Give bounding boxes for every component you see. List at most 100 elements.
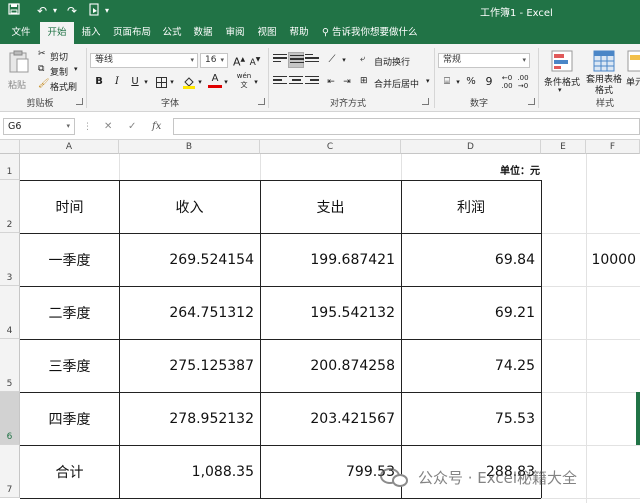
column-header-f[interactable]: F [586,140,640,154]
profit-cell[interactable]: 69.84 [401,233,541,286]
row-header-1[interactable]: 1 [0,154,20,180]
bold-button[interactable]: B [92,74,106,90]
conditional-formatting-button[interactable]: 条件格式 ▾ [542,48,582,94]
income-cell[interactable]: 269.524154 [119,233,260,286]
row-header-7[interactable]: 7 [0,445,20,498]
tab-insert[interactable]: 插入 [76,22,106,44]
align-left-icon[interactable] [272,74,288,90]
grow-font-button[interactable]: A▲ [233,52,245,69]
copy-button[interactable]: ⧉ 复制 ▾ [38,64,82,78]
row-header-4[interactable]: 4 [0,286,20,339]
profit-cell[interactable]: 69.21 [401,286,541,339]
tab-home[interactable]: 开始 [40,22,74,44]
row-header-2[interactable]: 2 [0,180,20,233]
column-header-e[interactable]: E [541,140,586,154]
format-as-table-button[interactable]: 套用表格格式 [584,48,624,96]
quarter-cell[interactable]: 四季度 [20,392,119,445]
fill-color-icon[interactable] [182,74,196,90]
font-size-select[interactable]: 16 ▾ [200,53,228,68]
chevron-down-icon[interactable]: ▾ [142,74,150,90]
column-header-b[interactable]: B [119,140,260,154]
tab-help[interactable]: 帮助 [284,22,314,44]
chevron-down-icon[interactable]: ▾ [168,74,176,90]
underline-button[interactable]: U [128,74,142,90]
enter-icon[interactable]: ✓ [128,118,136,135]
income-cell[interactable]: 275.125387 [119,339,260,392]
alignment-launcher-icon[interactable] [422,98,429,105]
chevron-down-icon[interactable]: ▾ [340,52,348,68]
formula-input[interactable] [173,118,640,135]
chevron-down-icon[interactable]: ▾ [252,74,260,90]
tab-review[interactable]: 审阅 [220,22,250,44]
format-painter-button[interactable]: 🖌 格式刷 [38,79,80,93]
income-cell[interactable]: 264.751312 [119,286,260,339]
profit-cell[interactable]: 75.53 [401,392,541,445]
shrink-font-button[interactable]: A▼ [249,52,261,68]
redo-icon[interactable]: ↷ [64,3,80,19]
cancel-icon[interactable]: ✕ [104,118,112,135]
customize-toolbar-icon[interactable]: ▾ [102,3,112,19]
tab-view[interactable]: 视图 [252,22,282,44]
chevron-down-icon[interactable]: ▾ [454,74,462,90]
chevron-down-icon[interactable]: ▾ [222,74,230,90]
paste-button[interactable]: 粘贴 [6,48,32,92]
total-label-cell[interactable]: 合计 [20,445,119,498]
increase-indent-icon[interactable]: ⇥ [340,74,354,90]
tab-data[interactable]: 数据 [188,22,218,44]
font-name-select[interactable]: 等线 ▾ [90,53,198,68]
wrap-text-button[interactable]: ⤶ 自动换行 [360,52,430,68]
expense-cell[interactable]: 200.874258 [260,339,401,392]
insert-function-icon[interactable]: fx [152,118,161,135]
font-launcher-icon[interactable] [258,98,265,105]
income-cell[interactable]: 278.952132 [119,392,260,445]
number-format-select[interactable]: 常规 ▾ [438,53,530,68]
name-box[interactable]: G6 ▾ [3,118,75,135]
undo-dropdown-icon[interactable]: ▾ [50,3,60,19]
tab-page-layout[interactable]: 页面布局 [108,22,156,44]
phonetic-icon[interactable]: wén 文 [236,72,252,89]
align-bottom-icon[interactable] [304,52,320,68]
percent-button[interactable]: % [464,74,478,90]
merge-center-button[interactable]: ⊞ 合并后居中 ▾ [360,74,436,90]
header-cell-time[interactable]: 时间 [20,180,119,233]
decrease-decimal-icon[interactable]: .00 →0 [516,74,530,90]
expense-cell[interactable]: 203.421567 [260,392,401,445]
quarter-cell[interactable]: 一季度 [20,233,119,286]
tell-me-search[interactable]: ⚲ 告诉我你想要做什么 [322,22,418,44]
align-top-icon[interactable] [272,52,288,68]
profit-cell[interactable]: 74.25 [401,339,541,392]
clipboard-launcher-icon[interactable] [76,98,83,105]
align-right-icon[interactable] [304,74,320,90]
quarter-cell[interactable]: 三季度 [20,339,119,392]
save-icon[interactable] [6,3,22,19]
comma-style-button[interactable]: 9 [482,74,496,90]
header-cell-income[interactable]: 收入 [119,180,260,233]
row-header-5[interactable]: 5 [0,339,20,392]
row-header-6[interactable]: 6 [0,392,20,445]
header-cell-expense[interactable]: 支出 [260,180,401,233]
italic-button[interactable]: I [110,74,124,90]
align-middle-icon[interactable] [288,52,304,68]
touch-mode-icon[interactable] [86,3,102,19]
column-header-d[interactable]: D [401,140,541,154]
column-header-a[interactable]: A [20,140,119,154]
tab-formulas[interactable]: 公式 [158,22,186,44]
increase-decimal-icon[interactable]: ←0.00 [500,74,514,90]
unit-label[interactable]: 单位：元 [480,162,540,177]
cell-f3[interactable]: 10000 [586,233,640,286]
total-income-cell[interactable]: 1,088.35 [119,445,260,498]
cell-styles-button[interactable]: 单元 [624,48,640,94]
quarter-cell[interactable]: 二季度 [20,286,119,339]
expense-cell[interactable]: 199.687421 [260,233,401,286]
header-cell-profit[interactable]: 利润 [401,180,541,233]
decrease-indent-icon[interactable]: ⇤ [324,74,338,90]
column-header-c[interactable]: C [260,140,401,154]
undo-icon[interactable]: ↶ [34,3,50,19]
align-center-icon[interactable] [288,74,304,90]
select-all-corner[interactable] [0,140,20,154]
orientation-icon[interactable]: ⟋ [324,52,340,68]
cut-button[interactable]: ✂ 剪切 [38,49,78,63]
borders-icon[interactable] [154,74,168,90]
row-header-3[interactable]: 3 [0,233,20,286]
expense-cell[interactable]: 195.542132 [260,286,401,339]
